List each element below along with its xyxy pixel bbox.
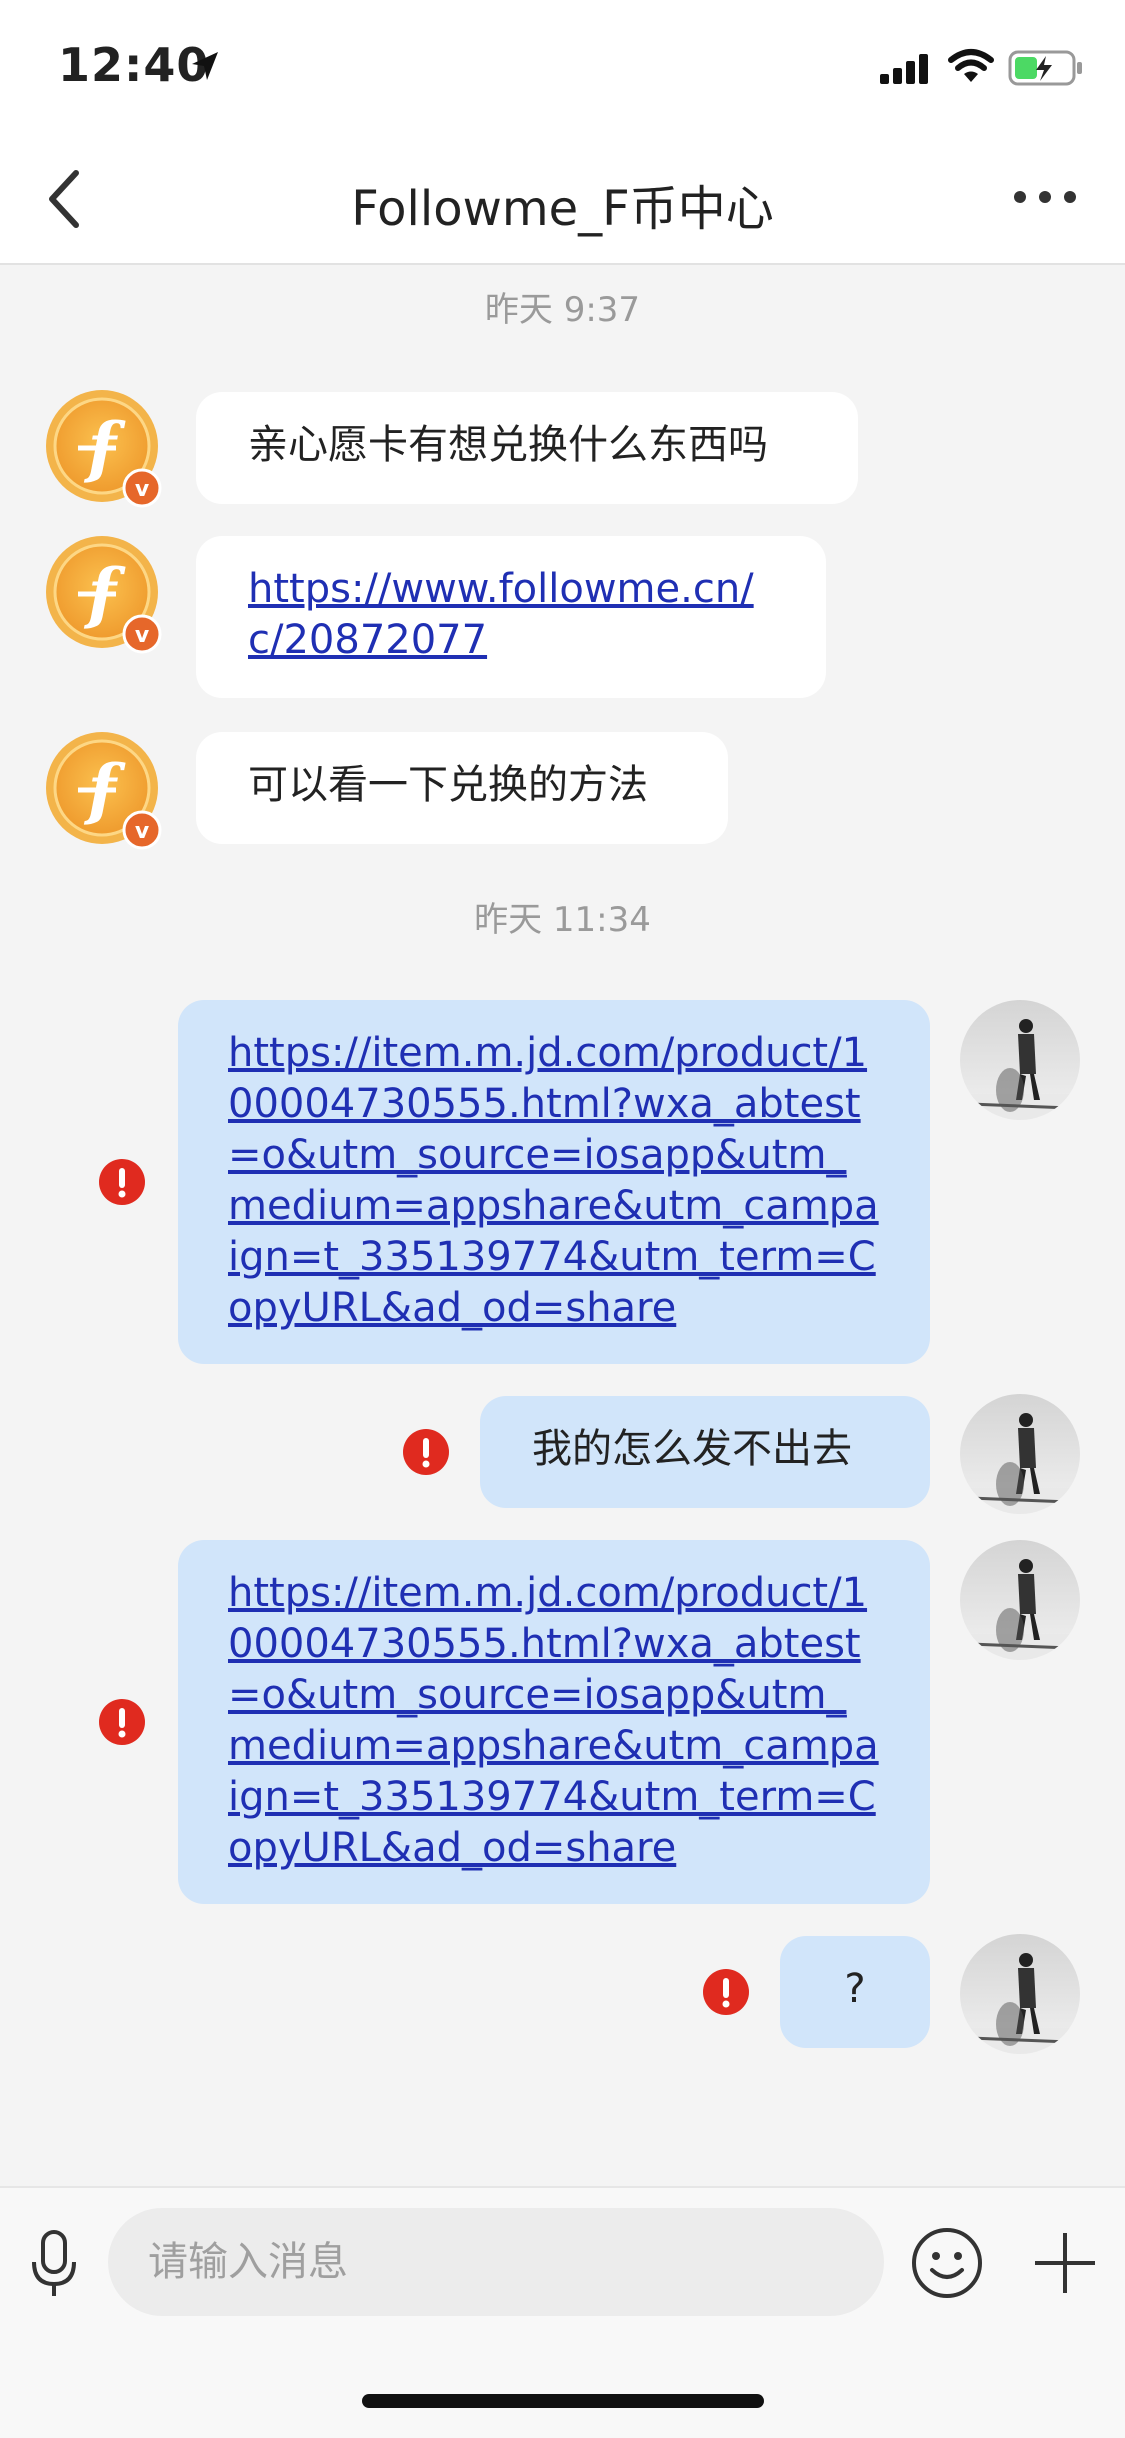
message-text: 亲心愿卡有想兑换什么东西吗 bbox=[248, 422, 768, 468]
timestamp: 昨天 9:37 bbox=[484, 290, 641, 330]
user-avatar[interactable] bbox=[960, 1000, 1080, 1120]
svg-text:v: v bbox=[135, 477, 150, 502]
message-text: ? bbox=[844, 1966, 866, 2012]
message-link[interactable]: https://item.m.jd.com/product/1000047305… bbox=[228, 1570, 879, 1871]
message-text: 可以看一下兑换的方法 bbox=[248, 762, 648, 808]
chat-title: Followme_F币中心 bbox=[351, 181, 774, 237]
incoming-message[interactable]: 可以看一下兑换的方法 bbox=[196, 732, 728, 844]
home-indicator[interactable] bbox=[362, 2394, 764, 2408]
svg-text:v: v bbox=[135, 819, 150, 844]
add-attachment-icon[interactable] bbox=[1030, 2228, 1100, 2298]
incoming-link-message: https://www.followme.cn/c/20872077 bbox=[196, 536, 826, 698]
battery-charging-icon bbox=[1008, 50, 1082, 86]
emoji-icon[interactable] bbox=[910, 2226, 984, 2300]
user-avatar[interactable] bbox=[960, 1394, 1080, 1514]
svg-text:v: v bbox=[135, 623, 150, 648]
send-failed-icon[interactable] bbox=[702, 1968, 750, 2016]
sender-avatar-coin-icon[interactable]: f v bbox=[44, 388, 164, 508]
outgoing-message[interactable]: ? bbox=[780, 1936, 930, 2048]
timestamp: 昨天 11:34 bbox=[474, 900, 651, 940]
outgoing-link-message: https://item.m.jd.com/product/1000047305… bbox=[178, 1540, 930, 1904]
message-link[interactable]: https://www.followme.cn/c/20872077 bbox=[248, 566, 754, 663]
user-avatar[interactable] bbox=[960, 1934, 1080, 2054]
cellular-signal-icon bbox=[880, 54, 928, 84]
send-failed-icon[interactable] bbox=[98, 1698, 146, 1746]
navigation-bar: Followme_F币中心 bbox=[0, 135, 1125, 265]
microphone-icon[interactable] bbox=[26, 2228, 82, 2300]
outgoing-message[interactable]: 我的怎么发不出去 bbox=[480, 1396, 930, 1508]
user-avatar[interactable] bbox=[960, 1540, 1080, 1660]
sender-avatar-coin-icon[interactable]: f v bbox=[44, 730, 164, 850]
status-time: 12:40 bbox=[58, 38, 210, 92]
more-options-icon[interactable] bbox=[1010, 177, 1080, 217]
message-text: 我的怎么发不出去 bbox=[532, 1426, 852, 1472]
send-failed-icon[interactable] bbox=[402, 1428, 450, 1476]
sender-avatar-coin-icon[interactable]: f v bbox=[44, 534, 164, 654]
outgoing-link-message: https://item.m.jd.com/product/1000047305… bbox=[178, 1000, 930, 1364]
incoming-message[interactable]: 亲心愿卡有想兑换什么东西吗 bbox=[196, 392, 858, 504]
wifi-icon bbox=[948, 49, 994, 82]
status-bar: 12:40 bbox=[0, 0, 1125, 135]
send-failed-icon[interactable] bbox=[98, 1158, 146, 1206]
message-link[interactable]: https://item.m.jd.com/product/1000047305… bbox=[228, 1030, 879, 1331]
location-arrow-icon bbox=[192, 52, 218, 80]
message-input[interactable] bbox=[108, 2208, 884, 2316]
